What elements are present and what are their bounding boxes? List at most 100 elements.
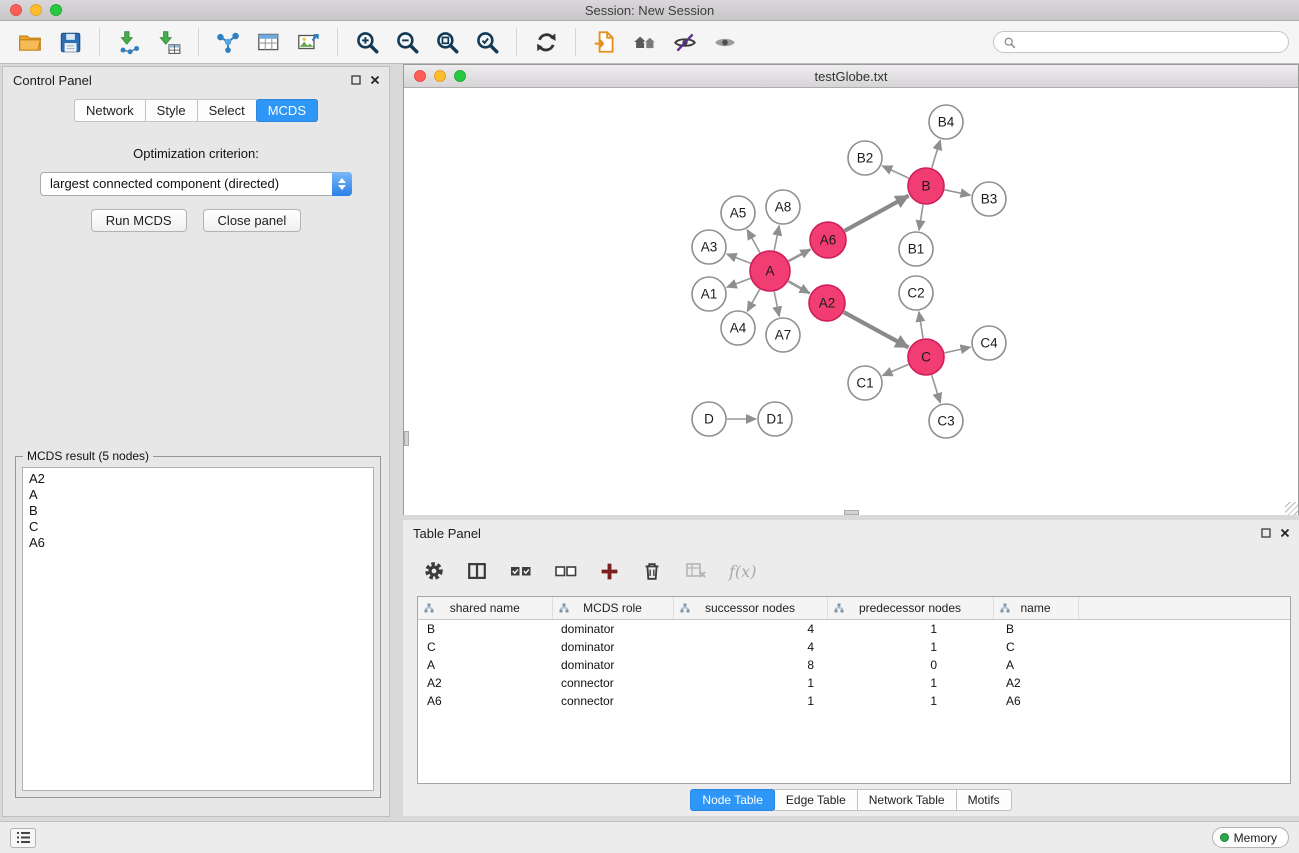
maximize-network-window-button[interactable] — [454, 70, 466, 82]
open-session-button[interactable] — [12, 24, 48, 60]
save-session-button[interactable] — [52, 24, 88, 60]
table-cell[interactable]: B — [418, 620, 552, 639]
network-edge-B-B1[interactable] — [919, 205, 923, 230]
table-row[interactable]: Cdominator41C — [418, 638, 1290, 656]
column-header[interactable]: shared name — [418, 597, 552, 620]
tab-node-table[interactable]: Node Table — [690, 789, 775, 811]
show-columns-button[interactable] — [466, 560, 488, 582]
table-cell[interactable]: 1 — [673, 674, 827, 692]
style-toggle-button[interactable] — [667, 24, 703, 60]
zoom-selected-button[interactable] — [469, 24, 505, 60]
network-edge-C-C2[interactable] — [919, 312, 923, 338]
column-header[interactable]: successor nodes — [673, 597, 827, 620]
network-edge-B-B2[interactable] — [882, 166, 908, 178]
float-table-panel-button[interactable] — [1261, 528, 1271, 538]
table-cell[interactable]: A2 — [418, 674, 552, 692]
new-network-button[interactable] — [210, 24, 246, 60]
close-table-panel-button[interactable] — [1280, 528, 1290, 538]
network-edge-A-A6[interactable] — [789, 249, 811, 261]
result-item[interactable]: A2 — [29, 471, 367, 487]
table-cell[interactable]: 1 — [827, 674, 993, 692]
tab-select[interactable]: Select — [197, 99, 257, 122]
search-box[interactable] — [993, 31, 1289, 53]
table-cell[interactable]: 1 — [827, 638, 993, 656]
float-panel-button[interactable] — [351, 75, 361, 85]
memory-button[interactable]: Memory — [1212, 827, 1289, 848]
apply-layout-button[interactable] — [528, 24, 564, 60]
zoom-in-button[interactable] — [349, 24, 385, 60]
network-window-titlebar[interactable]: testGlobe.txt — [404, 65, 1298, 88]
minimize-window-button[interactable] — [30, 4, 42, 16]
network-edge-B-B3[interactable] — [945, 190, 971, 195]
table-cell[interactable]: 1 — [673, 692, 827, 710]
result-item[interactable]: B — [29, 503, 367, 519]
tab-style[interactable]: Style — [145, 99, 198, 122]
task-history-button[interactable] — [10, 828, 36, 848]
network-edge-B-B4[interactable] — [932, 140, 941, 168]
tab-network-table[interactable]: Network Table — [857, 789, 957, 811]
result-item[interactable]: C — [29, 519, 367, 535]
table-cell[interactable]: dominator — [552, 656, 673, 674]
control-panel-header[interactable]: Control Panel — [3, 67, 389, 93]
network-edge-A-A7[interactable] — [774, 292, 779, 317]
table-cell[interactable]: A6 — [993, 692, 1078, 710]
table-cell[interactable]: A — [418, 656, 552, 674]
column-header[interactable]: name — [993, 597, 1078, 620]
create-column-button[interactable] — [599, 561, 620, 582]
tab-edge-table[interactable]: Edge Table — [774, 789, 858, 811]
close-panel-button[interactable]: Close panel — [203, 209, 302, 232]
network-edge-A-A5[interactable] — [747, 230, 760, 253]
table-cell[interactable]: 1 — [827, 692, 993, 710]
table-cell[interactable]: dominator — [552, 620, 673, 639]
table-cell[interactable]: 4 — [673, 620, 827, 639]
table-cell[interactable]: A2 — [993, 674, 1078, 692]
table-cell[interactable]: 0 — [827, 656, 993, 674]
zoom-fit-button[interactable] — [429, 24, 465, 60]
network-edge-A-A1[interactable] — [727, 278, 751, 287]
table-settings-button[interactable] — [423, 560, 445, 582]
network-edge-C-C4[interactable] — [945, 347, 971, 353]
run-mcds-button[interactable]: Run MCDS — [91, 209, 187, 232]
table-cell[interactable]: A — [993, 656, 1078, 674]
table-cell[interactable]: connector — [552, 692, 673, 710]
column-header[interactable]: predecessor nodes — [827, 597, 993, 620]
column-header[interactable]: MCDS role — [552, 597, 673, 620]
unselect-all-columns-button[interactable] — [554, 559, 578, 583]
minimize-network-window-button[interactable] — [434, 70, 446, 82]
table-cell[interactable]: dominator — [552, 638, 673, 656]
network-edge-C-C1[interactable] — [883, 364, 909, 375]
maximize-window-button[interactable] — [50, 4, 62, 16]
criterion-dropdown[interactable]: largest connected component (directed) — [40, 172, 352, 196]
network-edge-C-C3[interactable] — [932, 375, 941, 403]
resize-grip[interactable] — [1285, 502, 1298, 515]
table-cell[interactable]: A6 — [418, 692, 552, 710]
table-cell[interactable]: 1 — [827, 620, 993, 639]
resize-grip[interactable] — [844, 510, 859, 515]
network-edge-A-A8[interactable] — [774, 226, 779, 251]
function-builder-button[interactable]: f(x) — [729, 562, 756, 581]
table-cell[interactable]: C — [418, 638, 552, 656]
table-cell[interactable]: 4 — [673, 638, 827, 656]
table-cell[interactable]: B — [993, 620, 1078, 639]
import-network-button[interactable] — [111, 24, 147, 60]
tab-mcds[interactable]: MCDS — [256, 99, 318, 122]
table-row[interactable]: Adominator80A — [418, 656, 1290, 674]
network-edge-A-A3[interactable] — [727, 254, 751, 263]
zoom-out-button[interactable] — [389, 24, 425, 60]
close-window-button[interactable] — [10, 4, 22, 16]
import-table-button[interactable] — [151, 24, 187, 60]
window-titlebar[interactable]: Session: New Session — [0, 0, 1299, 21]
document-import-button[interactable] — [587, 24, 623, 60]
table-cell[interactable]: 8 — [673, 656, 827, 674]
export-image-button[interactable] — [290, 24, 326, 60]
network-canvas[interactable]: B4B2BB3A5A8A6B1A3AA1C2A2A4A7C4CC1C3DD1 — [404, 88, 1298, 515]
close-control-panel-button[interactable] — [370, 75, 380, 85]
table-row[interactable]: A2connector11A2 — [418, 674, 1290, 692]
network-edge-A-A4[interactable] — [747, 289, 759, 311]
table-panel-header[interactable]: Table Panel — [403, 520, 1299, 546]
delete-column-button[interactable] — [641, 560, 663, 582]
network-edge-A2-C[interactable] — [844, 312, 909, 347]
table-cell[interactable]: C — [993, 638, 1078, 656]
result-item[interactable]: A6 — [29, 535, 367, 551]
tab-motifs[interactable]: Motifs — [956, 789, 1012, 811]
